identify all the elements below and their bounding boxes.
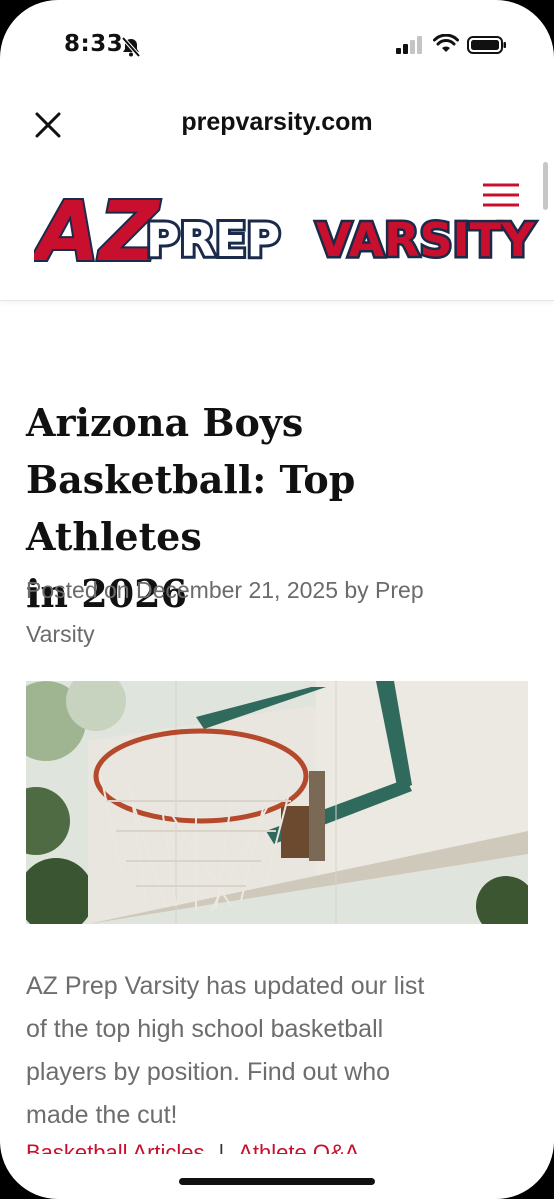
- scrollbar[interactable]: [543, 162, 548, 210]
- status-bar: 8:33: [0, 0, 554, 90]
- logo-varsity: VARSITY: [316, 213, 535, 267]
- category-link[interactable]: Athlete Q&A: [238, 1140, 359, 1154]
- excerpt-line: of the top high school basketball: [26, 1015, 384, 1043]
- home-indicator[interactable]: [179, 1178, 375, 1185]
- category-link[interactable]: Basketball Articles: [26, 1140, 205, 1154]
- post-meta: Posted on December 21, 2025 by Prep Vars…: [26, 568, 526, 656]
- excerpt-line: players by position. Find out who: [26, 1058, 391, 1086]
- meta-line: Varsity: [26, 621, 95, 647]
- status-time: 8:33: [64, 31, 124, 57]
- excerpt-line: made the cut!: [26, 1101, 178, 1129]
- title-line: Arizona Boys: [26, 400, 304, 445]
- logo-az: AZ: [34, 185, 160, 272]
- category-separator: |: [218, 1140, 225, 1154]
- wifi-icon: [433, 34, 459, 52]
- title-line: Basketball: Top Athletes: [26, 457, 356, 559]
- battery-icon: [467, 36, 506, 54]
- bell-muted-icon: [121, 36, 141, 58]
- browser-url: prepvarsity.com: [181, 108, 373, 136]
- hero-image[interactable]: [26, 681, 528, 924]
- phone-screen: 8:33 prepvarsity.com AZ PREP VARSITY Ari…: [0, 0, 554, 1199]
- meta-line: Posted on December 21, 2025 by Prep: [26, 577, 424, 603]
- cellular-signal-icon: [396, 36, 422, 54]
- site-header: AZ PREP VARSITY: [0, 160, 554, 301]
- menu-icon[interactable]: [482, 182, 520, 208]
- excerpt-line: AZ Prep Varsity has updated our list: [26, 972, 425, 1000]
- article-excerpt: AZ Prep Varsity has updated our list of …: [26, 965, 526, 1137]
- logo-prep: PREP: [146, 213, 280, 267]
- site-logo[interactable]: AZ PREP VARSITY: [34, 180, 554, 272]
- category-links: Basketball Articles | Athlete Q&A: [26, 1140, 546, 1154]
